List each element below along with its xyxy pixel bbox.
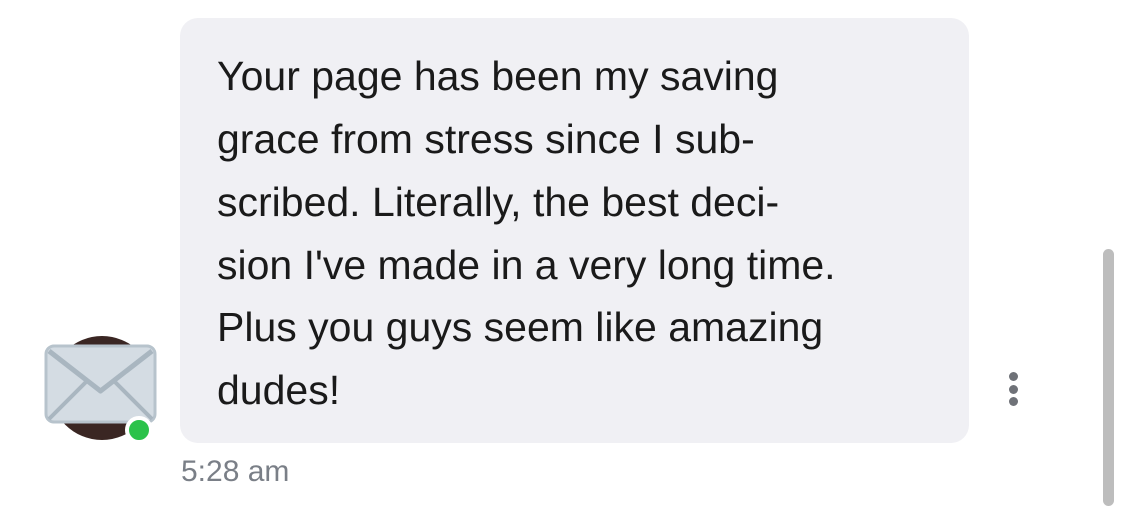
message-line: sion I've made in a very long time. [217, 242, 836, 288]
message-line: Plus you guys seem like amazing [217, 304, 824, 350]
envelope-icon [44, 344, 157, 424]
online-status-dot [125, 416, 153, 444]
message-line: scribed. Literally, the best deci- [217, 179, 780, 225]
message-line: dudes! [217, 367, 341, 413]
message-line: Your page has been my saving [217, 53, 779, 99]
message-timestamp: 5:28 am [181, 455, 290, 488]
more-vertical-icon [1009, 385, 1018, 394]
message-line: grace from stress since I sub- [217, 116, 755, 162]
scrollbar[interactable] [1103, 249, 1114, 506]
more-vertical-icon [1009, 372, 1018, 381]
more-vertical-icon [1009, 397, 1018, 406]
more-options-button[interactable] [998, 366, 1030, 412]
